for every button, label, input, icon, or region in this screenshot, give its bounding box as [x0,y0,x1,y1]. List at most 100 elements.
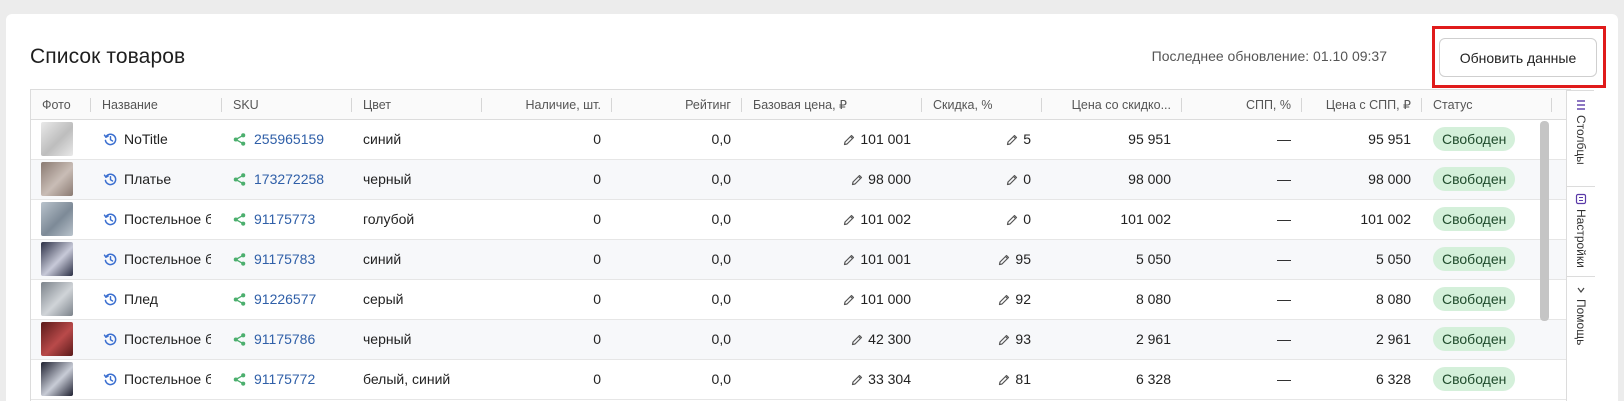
stock-cell: 0 [593,171,601,187]
photo-cell [31,200,91,239]
history-icon[interactable] [103,252,118,267]
discount-cell[interactable]: 93 [922,320,1042,359]
color-cell: голубой [363,211,415,227]
table-row[interactable]: Постельное бел 91175772 белый, синий 0 0,0 33… [31,360,1570,400]
share-icon[interactable] [233,293,246,306]
rating-cell: 0,0 [711,131,731,147]
sku-link[interactable]: 91175773 [254,200,315,239]
table-row[interactable]: Платье 173272258 черный 0 0,0 98 000 0 98 000 — 9… [31,160,1570,200]
discount-cell[interactable]: 0 [922,200,1042,239]
column-header-rating[interactable]: Рейтинг [612,90,742,120]
sku-link[interactable]: 255965159 [254,120,324,159]
history-icon[interactable] [103,332,118,347]
status-badge: Свободен [1433,327,1516,351]
spp-price-cell: 6 328 [1375,371,1411,387]
column-header-discount[interactable]: Скидка, % [922,90,1042,120]
discount-price-cell: 5 050 [1135,251,1171,267]
photo-cell [31,280,91,319]
column-header-sku[interactable]: SKU [222,90,352,120]
product-thumbnail[interactable] [41,322,73,356]
pencil-icon [999,374,1010,385]
base-price-cell[interactable]: 101 001 [742,120,922,159]
share-icon[interactable] [233,213,246,226]
product-thumbnail[interactable] [41,242,73,276]
column-header-discount-price[interactable]: Цена со скидко... [1042,90,1182,120]
status-cell: Свободен [1422,280,1552,319]
pencil-icon [844,254,855,265]
color-cell: белый, синий [363,371,451,387]
history-icon[interactable] [103,132,118,147]
product-thumbnail[interactable] [41,282,73,316]
table-scrollbar[interactable] [1540,121,1549,321]
product-thumbnail[interactable] [41,202,73,236]
share-icon[interactable] [233,253,246,266]
rating-cell: 0,0 [711,211,731,227]
spp-cell: — [1277,291,1291,307]
name-cell: Постельное бел [91,360,222,399]
name-cell: Платье [91,160,222,199]
discount-cell[interactable]: 0 [922,160,1042,199]
table-row[interactable]: Постельное бел 91175773 голубой 0 0,0 101 002… [31,200,1570,240]
product-thumbnail[interactable] [41,162,73,196]
history-icon[interactable] [103,172,118,187]
column-header-color[interactable]: Цвет [352,90,482,120]
sku-link[interactable]: 91175783 [254,240,315,279]
sku-link[interactable]: 91226577 [254,280,316,319]
discount-cell[interactable]: 92 [922,280,1042,319]
sku-cell: 91175773 [222,200,352,239]
discount-value: 5 [1023,131,1031,147]
status-cell: Свободен [1422,200,1552,239]
sku-link[interactable]: 173272258 [254,160,324,199]
discount-cell[interactable]: 95 [922,240,1042,279]
product-thumbnail[interactable] [41,362,73,396]
share-icon[interactable] [233,333,246,346]
base-price-value: 42 300 [868,331,911,347]
sidebar-tab-help[interactable]: Помощь [1567,277,1595,357]
history-icon[interactable] [103,372,118,387]
base-price-cell[interactable]: 101 002 [742,200,922,239]
name-cell: Постельное бел [91,320,222,359]
column-header-status[interactable]: Статус [1422,90,1552,120]
share-icon[interactable] [233,373,246,386]
spp-cell: — [1277,251,1291,267]
rating-cell: 0,0 [711,251,731,267]
column-header-name[interactable]: Название [91,90,222,120]
column-header-base-price[interactable]: Базовая цена, ₽ [742,90,922,120]
sku-link[interactable]: 91175772 [254,360,315,399]
pencil-icon [1007,174,1018,185]
sidebar-tab-settings[interactable]: Настройки [1567,187,1595,277]
discount-value: 93 [1015,331,1031,347]
column-header-spp[interactable]: СПП, % [1182,90,1302,120]
table-row[interactable]: Постельное бел 91175786 черный 0 0,0 42 300 93… [31,320,1570,360]
base-price-cell[interactable]: 101 001 [742,240,922,279]
photo-cell [31,120,91,159]
history-icon[interactable] [103,212,118,227]
column-header-spp-price[interactable]: Цена с СПП, ₽ [1302,90,1422,120]
status-cell: Свободен [1422,240,1552,279]
table-row[interactable]: Плед 91226577 серый 0 0,0 101 000 92 8 080 — 8 08… [31,280,1570,320]
status-cell: Свободен [1422,320,1552,359]
sku-link[interactable]: 91175786 [254,320,315,359]
stock-cell: 0 [593,371,601,387]
column-header-stock[interactable]: Наличие, шт. [482,90,612,120]
base-price-cell[interactable]: 98 000 [742,160,922,199]
share-icon[interactable] [233,133,246,146]
discount-cell[interactable]: 5 [922,120,1042,159]
spp-price-cell: 98 000 [1368,171,1411,187]
column-header-photo[interactable]: Фото [31,90,91,120]
pencil-icon [852,374,863,385]
sidebar-tab-columns[interactable]: Столбцы [1567,91,1595,187]
share-icon[interactable] [233,173,246,186]
stock-cell: 0 [593,131,601,147]
history-icon[interactable] [103,292,118,307]
page-title: Список товаров [30,45,186,68]
product-thumbnail[interactable] [41,122,73,156]
table-row[interactable]: Постельное бел 91175783 синий 0 0,0 101 001 95… [31,240,1570,280]
base-price-cell[interactable]: 33 304 [742,360,922,399]
refresh-data-button[interactable]: Обновить данные [1439,38,1597,77]
base-price-cell[interactable]: 101 000 [742,280,922,319]
base-price-cell[interactable]: 42 300 [742,320,922,359]
discount-price-cell: 2 961 [1135,331,1171,347]
discount-cell[interactable]: 81 [922,360,1042,399]
table-row[interactable]: NoTitle 255965159 синий 0 0,0 101 001 5 95 951 —… [31,120,1570,160]
